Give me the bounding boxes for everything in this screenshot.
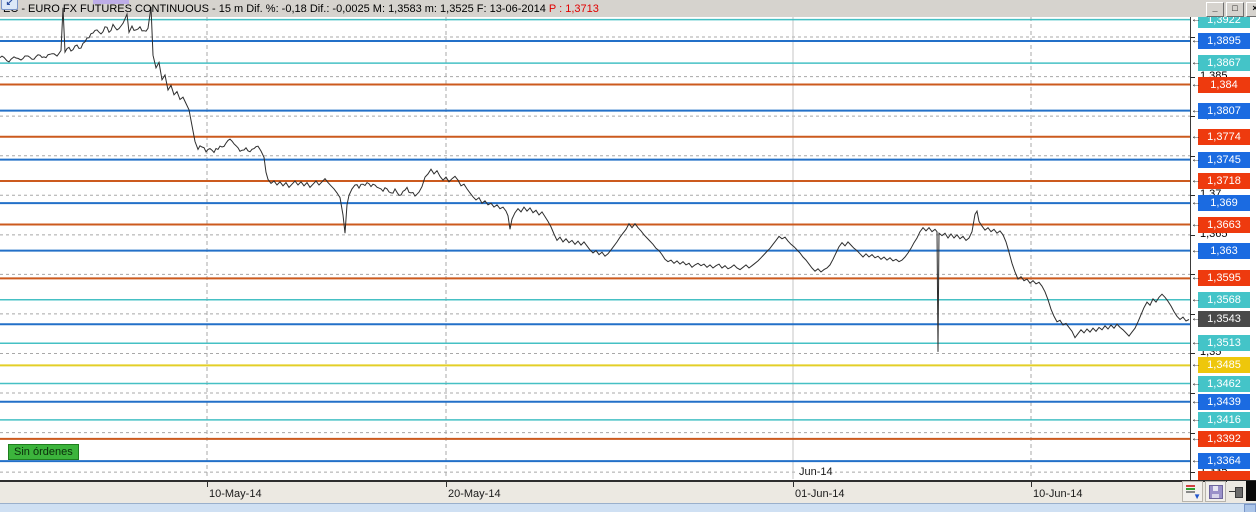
level-arrow-icon: ← [1191,175,1201,187]
pin-button[interactable] [1227,481,1248,502]
level-arrow-icon: ← [1191,395,1201,407]
date-axis: 10-May-14 20-May-14 01-Jun-14 10-Jun-14 [0,480,1256,505]
price-level-label[interactable]: 1,363 [1198,242,1250,259]
price-level-label[interactable]: 1,3513 [1198,335,1250,352]
price-level-label[interactable]: 1,3895 [1198,33,1250,49]
arrow-down-icon: ▼ [1193,492,1201,501]
level-arrow-icon: ← [1191,35,1201,46]
price-chart [0,6,1190,479]
level-arrow-icon: ← [1191,244,1201,256]
cropped-panel-fragment [1246,481,1256,501]
save-button[interactable] [1205,481,1226,502]
scroll-back-button[interactable]: ↙ [1,0,18,10]
price-level-label[interactable]: 1,3439 [1198,393,1250,410]
scrollbar-thumb[interactable] [1244,504,1256,512]
date-axis-tick [207,481,208,487]
date-axis-label: 10-May-14 [209,488,262,500]
level-arrow-icon: ← [1191,337,1201,349]
level-arrow-icon: ← [1191,197,1201,209]
price-level-label[interactable]: 1,3663 [1198,216,1250,233]
price-axis-tick [1190,472,1195,474]
chart-title-main: EC - EURO FX FUTURES CONTINUOUS - 15 m D… [3,3,546,15]
price-axis-tick [1190,234,1195,236]
level-arrow-icon: ← [1191,413,1201,425]
price-level-label[interactable]: 1,3364 [1198,453,1250,470]
level-arrow-icon: ← [1191,57,1201,69]
date-axis-tick [446,481,447,487]
level-arrow-icon: ← [1191,218,1201,230]
level-arrow-icon: ← [1191,130,1201,142]
price-axis-tick [1190,353,1195,355]
price-level-label[interactable]: 1,3867 [1198,55,1250,72]
date-axis-label: 20-May-14 [448,488,501,500]
price-level-label[interactable]: 1,3485 [1198,357,1250,374]
level-arrow-icon: ← [1191,359,1201,371]
level-arrow-icon: ← [1191,104,1201,116]
window-controls: _ □ × [1206,2,1256,17]
date-axis-label: 10-Jun-14 [1033,488,1083,500]
close-button[interactable]: × [1246,2,1256,17]
trading-chart-window: EC - EURO FX FUTURES CONTINUOUS - 15 m D… [0,0,1256,512]
price-level-label[interactable]: 1,384 [1198,76,1250,93]
price-level-label[interactable]: 1,3568 [1198,291,1250,308]
date-axis-label: 01-Jun-14 [795,488,845,500]
price-axis: 1,3851,381,371,3651,351,335←1,3922←1,389… [1190,0,1256,480]
price-level-label[interactable]: 1,3718 [1198,173,1250,190]
level-arrow-icon: ← [1191,153,1201,165]
maximize-button[interactable]: □ [1226,2,1244,17]
minimize-button[interactable]: _ [1206,2,1224,17]
save-icon [1209,485,1223,499]
horizontal-scrollbar[interactable] [0,503,1256,512]
price-level-label[interactable] [1198,471,1250,480]
level-arrow-icon: ← [1191,78,1201,90]
price-level-label[interactable]: 1,3595 [1198,270,1250,287]
level-arrow-icon: ← [1191,293,1201,305]
month-annotation: Jun-14 [797,466,835,478]
price-level-label[interactable]: 1,3416 [1198,411,1250,428]
chart-title: EC - EURO FX FUTURES CONTINUOUS - 15 m D… [3,3,599,15]
price-level-label[interactable]: 1,3807 [1198,102,1250,119]
no-orders-badge: Sin órdenes [8,444,79,460]
chart-settings-button[interactable]: ▼ [1182,481,1203,502]
level-arrow-icon: ← [1191,432,1201,444]
price-level-label[interactable]: 1,3543 [1198,311,1250,328]
price-level-label[interactable]: 1,369 [1198,195,1250,212]
date-axis-tick [793,481,794,487]
chart-title-reference-price: P : 1,3713 [548,3,599,15]
chart-toolbar: ▼ [1182,481,1256,502]
price-level-label[interactable]: 1,3462 [1198,375,1250,392]
price-level-label[interactable]: 1,3392 [1198,430,1250,447]
date-axis-tick [1031,481,1032,487]
level-arrow-icon: ← [1191,313,1201,325]
level-arrow-icon: ← [1191,455,1201,467]
price-level-label[interactable]: 1,3745 [1198,151,1250,168]
level-arrow-icon: ← [1191,272,1201,284]
price-level-label[interactable]: 1,3774 [1198,128,1250,145]
level-arrow-icon: ← [1191,377,1201,389]
